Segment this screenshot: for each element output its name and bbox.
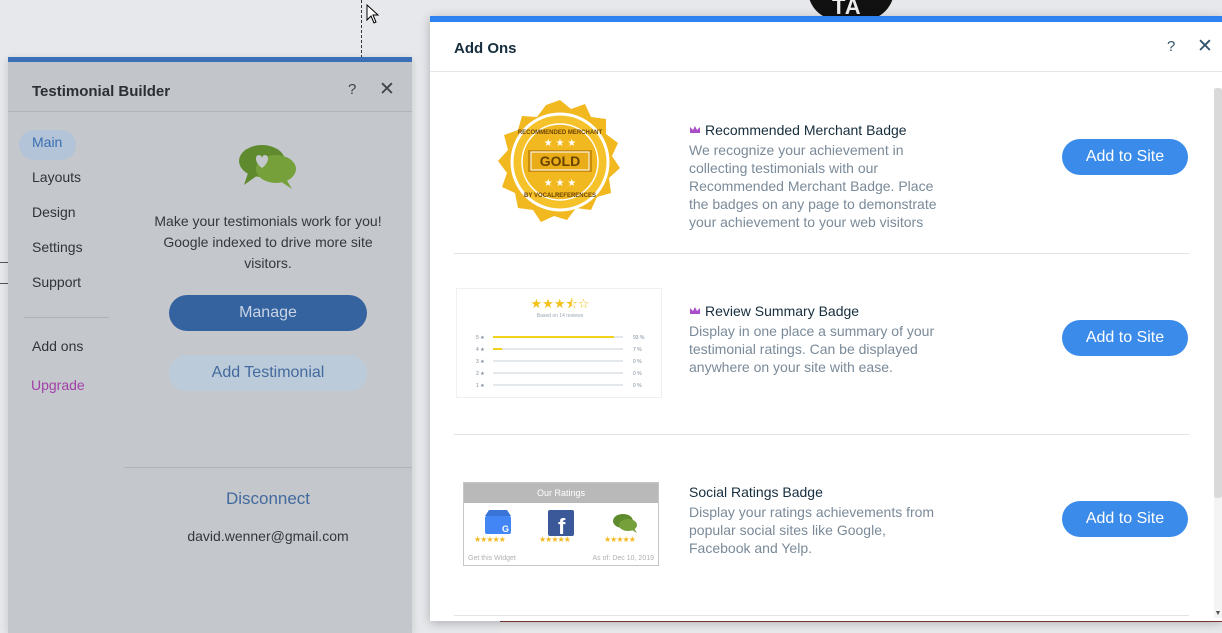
nav-item-add-ons[interactable]: Add ons	[32, 338, 83, 354]
add-testimonial-button[interactable]: Add Testimonial	[169, 355, 367, 391]
nav-item-settings[interactable]: Settings	[32, 239, 83, 255]
chat-heart-icon	[239, 145, 296, 189]
add-on-item: Our Ratings G f ★★★★★ ★★★★★ ★★★★★ Get th…	[454, 435, 1189, 616]
testimonial-builder-panel: Testimonial Builder ? ✕ Main Layouts Des…	[8, 57, 412, 633]
nav-item-support[interactable]: Support	[32, 274, 81, 290]
social-preview-footer-left: Get this Widget	[468, 555, 516, 562]
manage-button[interactable]: Manage	[169, 295, 367, 331]
add-to-site-button[interactable]: Add to Site	[1062, 320, 1188, 356]
add-on-description: Display your ratings achievements from p…	[689, 504, 935, 556]
facebook-icon: f	[548, 510, 574, 536]
rating-row-label: 2 ★	[476, 371, 485, 377]
question-icon[interactable]: ?	[1167, 38, 1175, 55]
add-on-name: Recommended Merchant Badge	[705, 122, 907, 138]
nav-item-main[interactable]: Main	[32, 134, 62, 150]
badge-bottom-text: BY VOCALREFERENCES	[524, 193, 596, 199]
editor-section-border	[500, 620, 1222, 633]
rating-row-fill	[493, 336, 614, 338]
social-preview-title: Our Ratings	[464, 483, 658, 503]
modal-header: Add Ons ? ✕	[430, 22, 1222, 72]
modal-title: Add Ons	[454, 40, 517, 57]
rating-row-track	[493, 384, 623, 386]
add-to-site-button[interactable]: Add to Site	[1062, 139, 1188, 175]
scrollbar-thumb[interactable]	[1214, 88, 1222, 498]
preview-subtitle: Based on 14 reviews	[537, 313, 584, 319]
add-on-name: Review Summary Badge	[705, 303, 860, 319]
google-my-business-icon: G	[485, 510, 511, 534]
add-on-name: Social Ratings Badge	[689, 484, 823, 500]
panel-header: Testimonial Builder ? ✕	[8, 62, 412, 112]
panel-description: Make your testimonials work for you! Goo…	[154, 213, 382, 271]
rating-row-percent: 0 %	[633, 371, 642, 377]
add-ons-modal: Add Ons ? ✕ ▼ GOLD RECOMMENDED MERCHANT …	[430, 16, 1222, 621]
rating-row-label: 1 ★	[476, 383, 485, 389]
rating-row-track	[493, 348, 623, 350]
add-on-description: We recognize your achievement in collect…	[689, 142, 937, 230]
rating-rows: 5 ★ 93 % 4 ★ 7 % 3 ★ 0 % 2 ★ 0 % 1 ★ 0 %	[476, 335, 645, 389]
review-summary-preview: ★★★⯪☆ Based on 14 reviews 5 ★ 93 % 4 ★ 7 % 3…	[456, 288, 662, 398]
rating-row-label: 3 ★	[476, 359, 485, 365]
svg-text:★ ★ ★: ★ ★ ★	[544, 178, 576, 189]
rating-stars-icon: ★★★⯪☆	[531, 296, 590, 311]
svg-text:G: G	[502, 524, 509, 534]
nav-item-layouts[interactable]: Layouts	[32, 169, 81, 185]
account-email: david.wenner@gmail.com	[187, 528, 349, 544]
content-divider	[124, 467, 412, 468]
premium-crown-icon	[690, 307, 700, 314]
nav-item-design[interactable]: Design	[32, 204, 76, 220]
google-rating-stars-icon: ★★★★★	[474, 535, 506, 544]
chat-bubble-icon	[613, 514, 637, 533]
badge-center-text: GOLD	[540, 153, 580, 169]
rating-row-label: 5 ★	[476, 335, 485, 341]
facebook-rating-stars-icon: ★★★★★	[539, 535, 571, 544]
nav-item-upgrade[interactable]: Upgrade	[31, 377, 85, 393]
badge-top-text: RECOMMENDED MERCHANT	[518, 130, 603, 136]
add-to-site-button[interactable]: Add to Site	[1062, 501, 1188, 537]
question-icon[interactable]: ?	[348, 81, 356, 98]
review-summary-preview-graphic: ★★★⯪☆ Based on 14 reviews 5 ★ 93 % 4 ★ 7 % 3…	[476, 296, 645, 389]
svg-text:★ ★ ★: ★ ★ ★	[544, 138, 576, 149]
premium-crown-icon	[690, 126, 700, 133]
disconnect-link[interactable]: Disconnect	[124, 489, 412, 509]
rating-row-track	[493, 360, 623, 362]
rating-row-fill	[493, 348, 503, 350]
social-preview-footer-right: As of: Dec 10, 2019	[592, 555, 654, 562]
add-on-item: ★★★⯪☆ Based on 14 reviews 5 ★ 93 % 4 ★ 7 % 3…	[454, 254, 1189, 435]
chat-rating-stars-icon: ★★★★★	[604, 535, 636, 544]
panel-main-content: Make your testimonials work for you! Goo…	[124, 113, 412, 633]
editor-guide-line	[361, 0, 362, 58]
panel-title: Testimonial Builder	[32, 83, 171, 100]
scroll-down-arrow-icon[interactable]: ▼	[1214, 610, 1222, 620]
close-icon[interactable]: ✕	[379, 78, 395, 101]
panel-nav: Main Layouts Design Settings Support Add…	[8, 113, 124, 633]
add-on-item: GOLD RECOMMENDED MERCHANT BY VOCALREFERE…	[454, 73, 1189, 254]
rating-row-percent: 0 %	[633, 383, 642, 389]
mouse-cursor-icon	[366, 4, 380, 24]
social-ratings-preview: Our Ratings G f ★★★★★ ★★★★★ ★★★★★ Get th…	[463, 482, 659, 566]
svg-text:f: f	[558, 514, 566, 536]
rating-row-label: 4 ★	[476, 347, 485, 353]
rating-row-percent: 0 %	[633, 359, 642, 365]
add-on-description: Display in one place a summary of your t…	[689, 323, 935, 375]
rating-row-track	[493, 372, 623, 374]
rating-row-percent: 93 %	[633, 335, 645, 341]
nav-divider	[24, 317, 109, 318]
rating-row-percent: 7 %	[633, 347, 642, 353]
gold-merchant-badge-icon: GOLD RECOMMENDED MERCHANT BY VOCALREFERE…	[498, 100, 620, 222]
close-icon[interactable]: ✕	[1197, 35, 1213, 58]
